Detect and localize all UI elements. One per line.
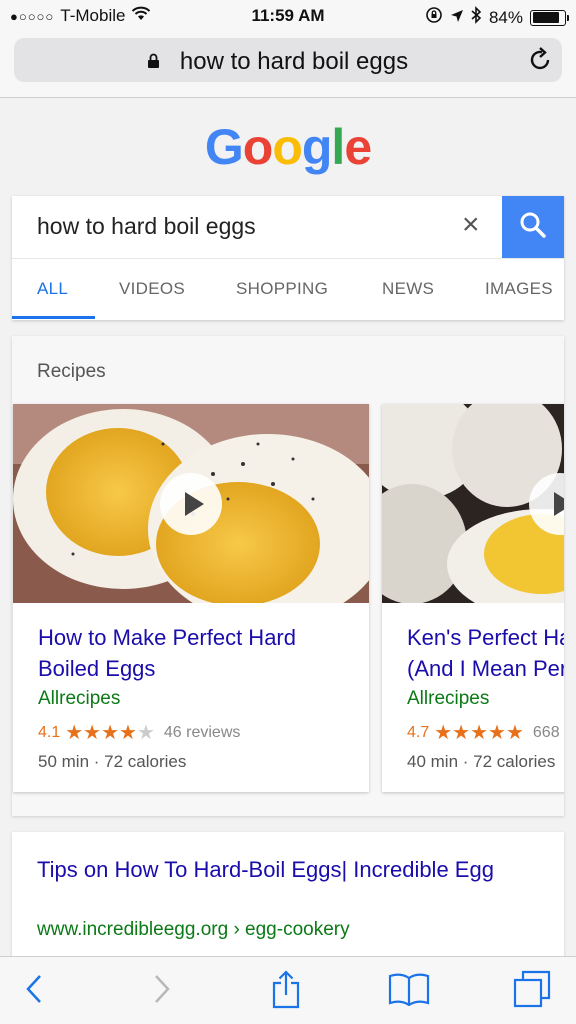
bluetooth-icon — [471, 6, 482, 29]
tab-shopping[interactable]: SHOPPING — [236, 279, 328, 299]
tab-images[interactable]: IMAGES — [485, 279, 553, 299]
recipe-source: Allrecipes — [407, 688, 490, 709]
search-result: Tips on How To Hard-Boil Eggs| Incredibl… — [12, 832, 564, 962]
browser-toolbar — [0, 956, 576, 1024]
share-icon — [270, 969, 302, 1014]
star-rating-icon: ★★★★★ — [65, 720, 155, 745]
status-right: 84% — [425, 6, 569, 29]
recipe-rating: 4.7 ★★★★★ 668 reviews — [407, 720, 564, 745]
stars-filled: ★★★★ — [65, 722, 137, 744]
stars-empty: ★ — [136, 722, 155, 744]
url-text: how to hard boil eggs — [179, 48, 409, 75]
logo-letter: l — [331, 119, 345, 175]
result-title-link[interactable]: Tips on How To Hard-Boil Eggs| Incredibl… — [37, 854, 537, 885]
recipe-title[interactable]: Ken's Perfect Hard Boiled Egg (And I Mea… — [407, 622, 564, 684]
play-video-icon[interactable] — [160, 473, 222, 535]
logo-letter: o — [242, 119, 274, 175]
tabs-icon — [513, 970, 551, 1013]
search-icon — [519, 211, 547, 244]
recipe-rating: 4.1 ★★★★★ 46 reviews — [38, 720, 240, 745]
browser-address-bar: how to hard boil eggs — [0, 34, 576, 98]
logo-letter: G — [204, 119, 244, 175]
tabs-button[interactable] — [512, 970, 552, 1013]
result-url: www.incredibleegg.org › egg-cookery — [37, 919, 350, 940]
recipe-card[interactable]: How to Make Perfect Hard Boiled Eggs All… — [13, 404, 369, 792]
recipe-meta: 50 min · 72 calories — [38, 752, 187, 771]
forward-button[interactable] — [142, 971, 182, 1011]
review-count: 46 reviews — [163, 723, 241, 741]
back-icon — [24, 973, 44, 1010]
stars-filled: ★★★★★ — [434, 722, 524, 744]
orientation-lock-icon — [425, 6, 443, 29]
battery-percent: 84% — [488, 7, 523, 27]
clear-search-icon[interactable]: × — [462, 210, 480, 240]
recipes-carousel: Recipes How to Make Perfect Hard Boiled … — [12, 336, 564, 816]
rating-value: 4.7 — [407, 723, 430, 741]
active-tab-indicator — [12, 316, 95, 319]
share-button[interactable] — [266, 969, 306, 1014]
battery-fill — [532, 12, 559, 23]
google-logo: Google — [0, 118, 576, 176]
search-input[interactable]: how to hard boil eggs — [12, 196, 502, 258]
bookmarks-button[interactable] — [388, 971, 430, 1011]
location-icon — [450, 8, 464, 28]
tab-news[interactable]: NEWS — [382, 279, 434, 299]
review-count: 668 reviews — [532, 723, 564, 741]
logo-letter: o — [272, 119, 303, 175]
back-button[interactable] — [14, 971, 54, 1011]
forward-icon — [152, 973, 172, 1010]
recipe-title[interactable]: How to Make Perfect Hard Boiled Eggs — [38, 622, 358, 684]
url-field[interactable]: how to hard boil eggs — [14, 38, 562, 82]
recipe-source: Allrecipes — [38, 688, 121, 709]
recipe-meta: 40 min · 72 calories — [407, 752, 556, 771]
search-button[interactable] — [502, 196, 564, 258]
logo-letter: e — [344, 119, 372, 175]
search-tabs: ALL VIDEOS SHOPPING NEWS IMAGES — [12, 258, 564, 320]
status-bar: ●○○○○ T-Mobile 11:59 AM 84% — [0, 0, 576, 34]
tab-all[interactable]: ALL — [37, 279, 68, 299]
tab-videos[interactable]: VIDEOS — [119, 279, 185, 299]
logo-letter: g — [301, 119, 333, 175]
reload-icon[interactable] — [528, 47, 552, 78]
star-rating-icon: ★★★★★ — [434, 720, 524, 745]
rating-value: 4.1 — [38, 723, 61, 741]
recipes-section-title: Recipes — [37, 361, 106, 382]
battery-icon — [530, 9, 569, 26]
search-card: how to hard boil eggs × ALL VIDEOS SHOPP… — [12, 196, 564, 320]
bookmarks-icon — [388, 972, 430, 1011]
recipe-card[interactable]: Ken's Perfect Hard Boiled Egg (And I Mea… — [382, 404, 564, 792]
